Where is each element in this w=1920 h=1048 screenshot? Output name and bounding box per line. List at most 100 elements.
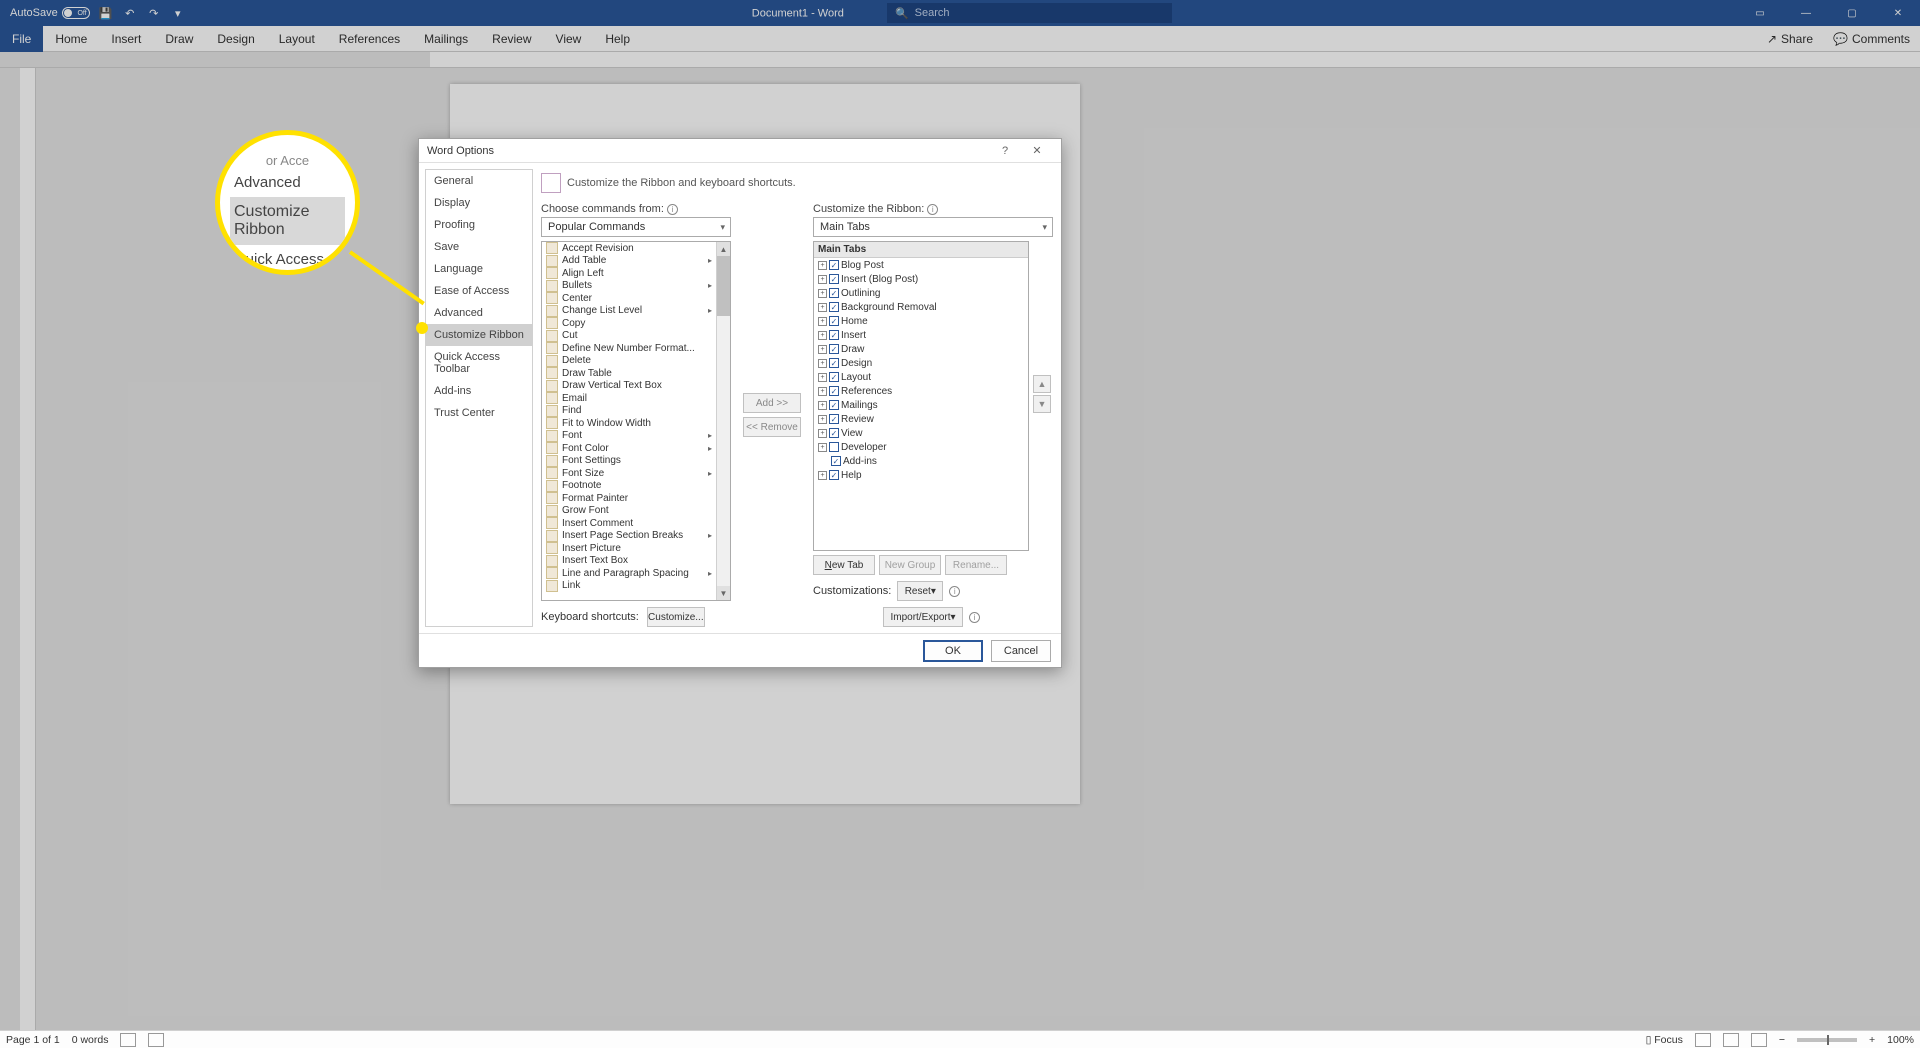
category-add-ins[interactable]: Add-ins — [426, 380, 532, 402]
command-item[interactable]: Email — [542, 392, 716, 405]
tab-tree-item[interactable]: +✓View — [814, 426, 1028, 440]
tab-tree-item[interactable]: +✓Outlining — [814, 286, 1028, 300]
new-group-button[interactable]: New Group — [879, 555, 941, 575]
category-advanced[interactable]: Advanced — [426, 302, 532, 324]
accessibility-icon[interactable] — [148, 1033, 164, 1047]
print-layout-icon[interactable] — [1723, 1033, 1739, 1047]
web-layout-icon[interactable] — [1751, 1033, 1767, 1047]
tab-checkbox[interactable]: ✓ — [829, 428, 839, 438]
tab-tree-item[interactable]: +✓Background Removal — [814, 300, 1028, 314]
customize-ribbon-dropdown[interactable]: Main Tabs — [813, 217, 1053, 237]
tab-checkbox[interactable]: ✓ — [829, 386, 839, 396]
move-down-button[interactable]: ▼ — [1033, 395, 1051, 413]
expand-icon[interactable]: + — [818, 275, 827, 284]
category-customize-ribbon[interactable]: Customize Ribbon — [426, 324, 532, 346]
tab-tree-item[interactable]: +✓Review — [814, 412, 1028, 426]
command-item[interactable]: Font Size▸ — [542, 467, 716, 480]
expand-icon[interactable]: + — [818, 401, 827, 410]
command-item[interactable]: Insert Page Section Breaks▸ — [542, 530, 716, 543]
tab-tree-item[interactable]: +✓Design — [814, 356, 1028, 370]
expand-icon[interactable]: + — [818, 317, 827, 326]
tab-tree-item[interactable]: ✓Add-ins — [814, 454, 1028, 468]
command-item[interactable]: Find — [542, 405, 716, 418]
expand-icon[interactable]: + — [818, 443, 827, 452]
customize-shortcuts-button[interactable]: Customize... — [647, 607, 705, 627]
command-item[interactable]: Font▸ — [542, 430, 716, 443]
category-save[interactable]: Save — [426, 236, 532, 258]
command-item[interactable]: Draw Table — [542, 367, 716, 380]
tab-tree-item[interactable]: +✓Layout — [814, 370, 1028, 384]
tab-tree-item[interactable]: +✓Insert — [814, 328, 1028, 342]
command-item[interactable]: Font Settings — [542, 455, 716, 468]
tab-tree-item[interactable]: +✓Home — [814, 314, 1028, 328]
tab-tree-item[interactable]: +Developer — [814, 440, 1028, 454]
zoom-out-button[interactable]: − — [1779, 1034, 1785, 1046]
category-display[interactable]: Display — [426, 192, 532, 214]
expand-icon[interactable]: + — [818, 429, 827, 438]
commands-listbox[interactable]: Accept RevisionAdd Table▸Align LeftBulle… — [541, 241, 731, 601]
tab-tree-item[interactable]: +✓Insert (Blog Post) — [814, 272, 1028, 286]
tab-tree-item[interactable]: +✓Mailings — [814, 398, 1028, 412]
tab-checkbox[interactable]: ✓ — [829, 330, 839, 340]
tab-checkbox[interactable]: ✓ — [829, 414, 839, 424]
command-item[interactable]: Center — [542, 292, 716, 305]
new-tab-button[interactable]: New Tab — [813, 555, 875, 575]
dialog-help-icon[interactable]: ? — [989, 139, 1021, 163]
command-item[interactable]: Format Painter — [542, 492, 716, 505]
command-item[interactable]: Line and Paragraph Spacing▸ — [542, 567, 716, 580]
move-up-button[interactable]: ▲ — [1033, 375, 1051, 393]
expand-icon[interactable]: + — [818, 415, 827, 424]
tab-tree-item[interactable]: +✓Blog Post — [814, 258, 1028, 272]
expand-icon[interactable]: + — [818, 261, 827, 270]
tab-tree-item[interactable]: +✓Help — [814, 468, 1028, 482]
add-command-button[interactable]: Add >> — [743, 393, 801, 413]
command-item[interactable]: Bullets▸ — [542, 280, 716, 293]
dialog-close-icon[interactable]: ✕ — [1021, 139, 1053, 163]
tab-checkbox[interactable]: ✓ — [829, 344, 839, 354]
expand-icon[interactable]: + — [818, 303, 827, 312]
expand-icon[interactable]: + — [818, 373, 827, 382]
tab-checkbox[interactable]: ✓ — [829, 372, 839, 382]
command-item[interactable]: Footnote — [542, 480, 716, 493]
command-item[interactable]: Insert Comment — [542, 517, 716, 530]
command-item[interactable]: Draw Vertical Text Box — [542, 380, 716, 393]
zoom-slider[interactable] — [1797, 1038, 1857, 1042]
tab-checkbox[interactable]: ✓ — [831, 456, 841, 466]
command-item[interactable]: Link — [542, 580, 716, 593]
tab-tree-item[interactable]: +✓Draw — [814, 342, 1028, 356]
reset-button[interactable]: Reset ▾ — [897, 581, 943, 601]
category-trust-center[interactable]: Trust Center — [426, 402, 532, 424]
category-proofing[interactable]: Proofing — [426, 214, 532, 236]
zoom-in-button[interactable]: + — [1869, 1034, 1875, 1046]
tab-checkbox[interactable]: ✓ — [829, 400, 839, 410]
page-status[interactable]: Page 1 of 1 — [6, 1034, 60, 1046]
expand-icon[interactable]: + — [818, 359, 827, 368]
expand-icon[interactable]: + — [818, 345, 827, 354]
rename-button[interactable]: Rename... — [945, 555, 1007, 575]
expand-icon[interactable]: + — [818, 289, 827, 298]
expand-icon[interactable]: + — [818, 387, 827, 396]
cancel-button[interactable]: Cancel — [991, 640, 1051, 662]
read-mode-icon[interactable] — [1695, 1033, 1711, 1047]
command-item[interactable]: Grow Font — [542, 505, 716, 518]
tab-checkbox[interactable]: ✓ — [829, 288, 839, 298]
tab-checkbox[interactable] — [829, 442, 839, 452]
tab-checkbox[interactable]: ✓ — [829, 470, 839, 480]
ok-button[interactable]: OK — [923, 640, 983, 662]
category-general[interactable]: General — [426, 170, 532, 192]
category-ease-of-access[interactable]: Ease of Access — [426, 280, 532, 302]
remove-command-button[interactable]: << Remove — [743, 417, 801, 437]
command-item[interactable]: Change List Level▸ — [542, 305, 716, 318]
command-item[interactable]: Font Color▸ — [542, 442, 716, 455]
import-export-button[interactable]: Import/Export ▾ — [883, 607, 963, 627]
command-item[interactable]: Insert Picture — [542, 542, 716, 555]
expand-icon[interactable]: + — [818, 331, 827, 340]
command-item[interactable]: Cut — [542, 330, 716, 343]
tab-checkbox[interactable]: ✓ — [829, 316, 839, 326]
tab-checkbox[interactable]: ✓ — [829, 260, 839, 270]
zoom-level[interactable]: 100% — [1887, 1034, 1914, 1046]
help-icon[interactable]: i — [949, 586, 960, 597]
category-language[interactable]: Language — [426, 258, 532, 280]
command-item[interactable]: Define New Number Format... — [542, 342, 716, 355]
command-item[interactable]: Accept Revision — [542, 242, 716, 255]
